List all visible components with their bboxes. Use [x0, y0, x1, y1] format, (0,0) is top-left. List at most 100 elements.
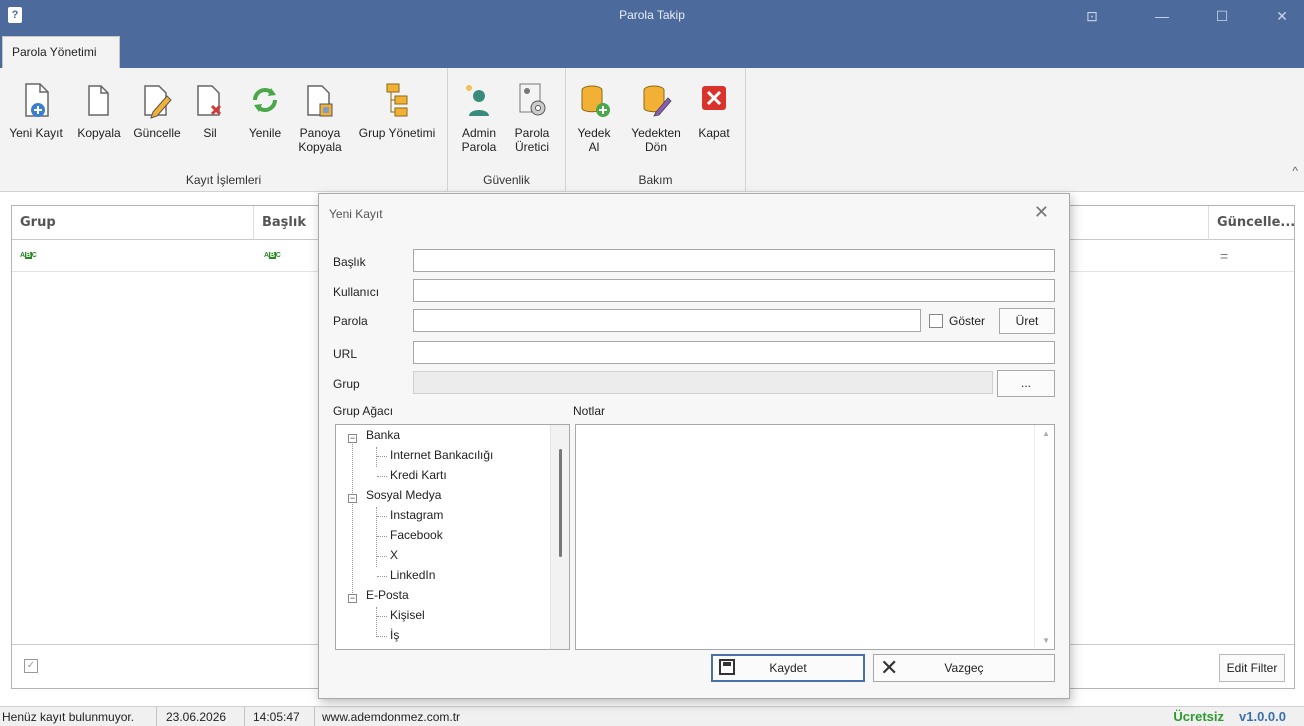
filter-abc-icon[interactable]: ABC [264, 252, 281, 259]
close-red-icon [702, 86, 726, 110]
tree-scrollbar[interactable] [550, 425, 569, 649]
tree-scrollbar-thumb[interactable] [559, 449, 562, 557]
grup-label: Grup [333, 377, 360, 391]
grup-yonetimi-button[interactable]: Grup Yönetimi [352, 74, 442, 140]
scroll-up-icon[interactable]: ▲ [1042, 429, 1050, 438]
panoya-label-2: Kopyala [298, 140, 342, 154]
tree-node-kisisel[interactable]: Kişisel [390, 608, 425, 622]
yedekten-label-1: Yedekten [631, 126, 681, 140]
panoya-kopyala-button[interactable]: Panoya Kopyala [294, 74, 346, 154]
kullanici-input[interactable] [413, 279, 1055, 302]
edit-filter-button[interactable]: Edit Filter [1219, 654, 1285, 682]
tree-node-kredi-karti[interactable]: Kredi Kartı [390, 468, 447, 482]
column-header-guncelleme[interactable]: Güncelle... [1208, 206, 1295, 240]
ribbon-tab-strip: Parola Yönetimi [0, 32, 1304, 68]
yeni-kayit-dialog: Yeni Kayıt ✕ Başlık Kullanıcı Parola Gös… [318, 193, 1070, 699]
tree-node-sosyal-medya[interactable]: Sosyal Medya [366, 488, 441, 502]
yenile-button[interactable]: Yenile [242, 74, 288, 140]
column-header-baslik[interactable]: Başlık [254, 206, 324, 240]
vazgec-button[interactable]: ✕ Vazgeç [873, 654, 1055, 682]
yedek-label-2: Al [588, 140, 600, 154]
tab-parola-yonetimi[interactable]: Parola Yönetimi [2, 36, 120, 68]
group-caption-bakim: Bakım [638, 173, 673, 187]
yeni-kayit-button[interactable]: Yeni Kayıt [4, 74, 68, 140]
tree-node-is[interactable]: İş [390, 628, 399, 642]
yedekten-label-2: Dön [644, 140, 667, 154]
uretici-label-1: Parola [514, 126, 550, 140]
uret-button[interactable]: Üret [999, 308, 1055, 334]
baslik-input[interactable] [413, 249, 1055, 272]
collapse-toggle-icon[interactable]: − [348, 494, 357, 503]
parola-uretici-button[interactable]: Parola Üretici [508, 74, 556, 154]
kaydet-button[interactable]: Kaydet [711, 654, 865, 682]
yedek-label-1: Yedek [577, 126, 611, 140]
pin-icon[interactable]: ⊡ [1070, 0, 1114, 32]
filter-abc-icon[interactable]: ABC [20, 252, 37, 259]
minimize-button[interactable]: — [1140, 0, 1184, 32]
column-header-grup[interactable]: Grup [12, 206, 254, 240]
tree-node-facebook[interactable]: Facebook [390, 528, 443, 542]
sil-label: Sil [203, 126, 217, 140]
notlar-label: Notlar [573, 404, 606, 418]
url-label: URL [333, 347, 358, 361]
tree-connector [377, 576, 387, 577]
tree-connector [352, 439, 353, 599]
notes-scrollbar[interactable] [1034, 425, 1054, 649]
delete-icon [197, 85, 222, 116]
title-bar: ? Parola Takip ⊡ — ☐ ✕ [0, 0, 1304, 32]
tree-node-x[interactable]: X [390, 548, 398, 562]
admin-parola-button[interactable]: Admin Parola [456, 74, 502, 154]
kapat-label: Kapat [698, 126, 730, 140]
status-time: 14:05:47 [253, 710, 300, 724]
filter-equals-icon[interactable]: = [1220, 248, 1228, 264]
tree-structure-icon [386, 83, 408, 117]
yedekten-don-button[interactable]: Yedekten Dön [624, 74, 688, 154]
yenile-label: Yenile [248, 126, 282, 140]
tree-connector [377, 476, 387, 477]
kopyala-button[interactable]: Kopyala [72, 74, 126, 140]
dialog-close-icon[interactable]: ✕ [1034, 202, 1049, 223]
grup-browse-button[interactable]: ... [997, 370, 1055, 397]
grup-agaci-label: Grup Ağacı [333, 404, 394, 418]
new-record-icon [25, 83, 49, 117]
uretici-label-2: Üretici [514, 140, 549, 154]
version-label: v1.0.0.0 [1239, 709, 1286, 724]
yedek-al-button[interactable]: Yedek Al [572, 74, 616, 154]
filter-enable-checkbox[interactable]: ✓ [24, 659, 38, 673]
notlar-textarea[interactable]: ▲ ▼ [575, 424, 1055, 650]
tree-node-banka[interactable]: Banka [366, 428, 400, 442]
collapse-toggle-icon[interactable]: − [348, 434, 357, 443]
goster-checkbox[interactable] [929, 314, 943, 328]
tree-node-instagram[interactable]: Instagram [390, 508, 443, 522]
maximize-button[interactable]: ☐ [1200, 0, 1244, 32]
guncelle-label: Güncelle [133, 126, 181, 140]
clipboard-copy-icon [307, 85, 333, 117]
tree-node-linkedin[interactable]: LinkedIn [390, 568, 435, 582]
tree-connector [377, 616, 387, 617]
license-label: Ücretsiz [1173, 709, 1224, 724]
scroll-down-icon[interactable]: ▼ [1042, 636, 1050, 645]
tree-node-e-posta[interactable]: E-Posta [366, 588, 409, 602]
guncelle-button[interactable]: Güncelle [128, 74, 186, 140]
url-input[interactable] [413, 341, 1055, 364]
save-icon [719, 659, 735, 675]
parola-input[interactable] [413, 309, 921, 332]
group-tree[interactable]: − Banka Internet Bankacılığı Kredi Kartı… [335, 424, 570, 650]
parola-label: Parola [333, 314, 368, 328]
tree-connector [377, 516, 387, 517]
group-caption-kayit: Kayıt İşlemleri [185, 173, 262, 187]
close-button[interactable]: ✕ [1260, 0, 1304, 32]
status-website-link[interactable]: www.ademdonmez.com.tr [322, 710, 460, 724]
tree-node-internet-bankaciligi[interactable]: Internet Bankacılığı [390, 448, 493, 462]
group-caption-guvenlik: Güvenlik [483, 173, 530, 187]
kullanici-label: Kullanıcı [333, 285, 380, 299]
sil-button[interactable]: Sil [190, 74, 230, 140]
status-bar: Henüz kayıt bulunmuyor. 23.06.2026 14:05… [0, 706, 1304, 726]
password-generator-icon [519, 83, 546, 116]
grup-yonetimi-label: Grup Yönetimi [358, 126, 436, 140]
ribbon-collapse-icon[interactable]: ^ [1292, 164, 1298, 178]
collapse-toggle-icon[interactable]: − [348, 594, 357, 603]
tree-connector [377, 536, 387, 537]
dialog-title: Yeni Kayıt [329, 207, 383, 221]
kapat-button[interactable]: Kapat [692, 74, 736, 140]
